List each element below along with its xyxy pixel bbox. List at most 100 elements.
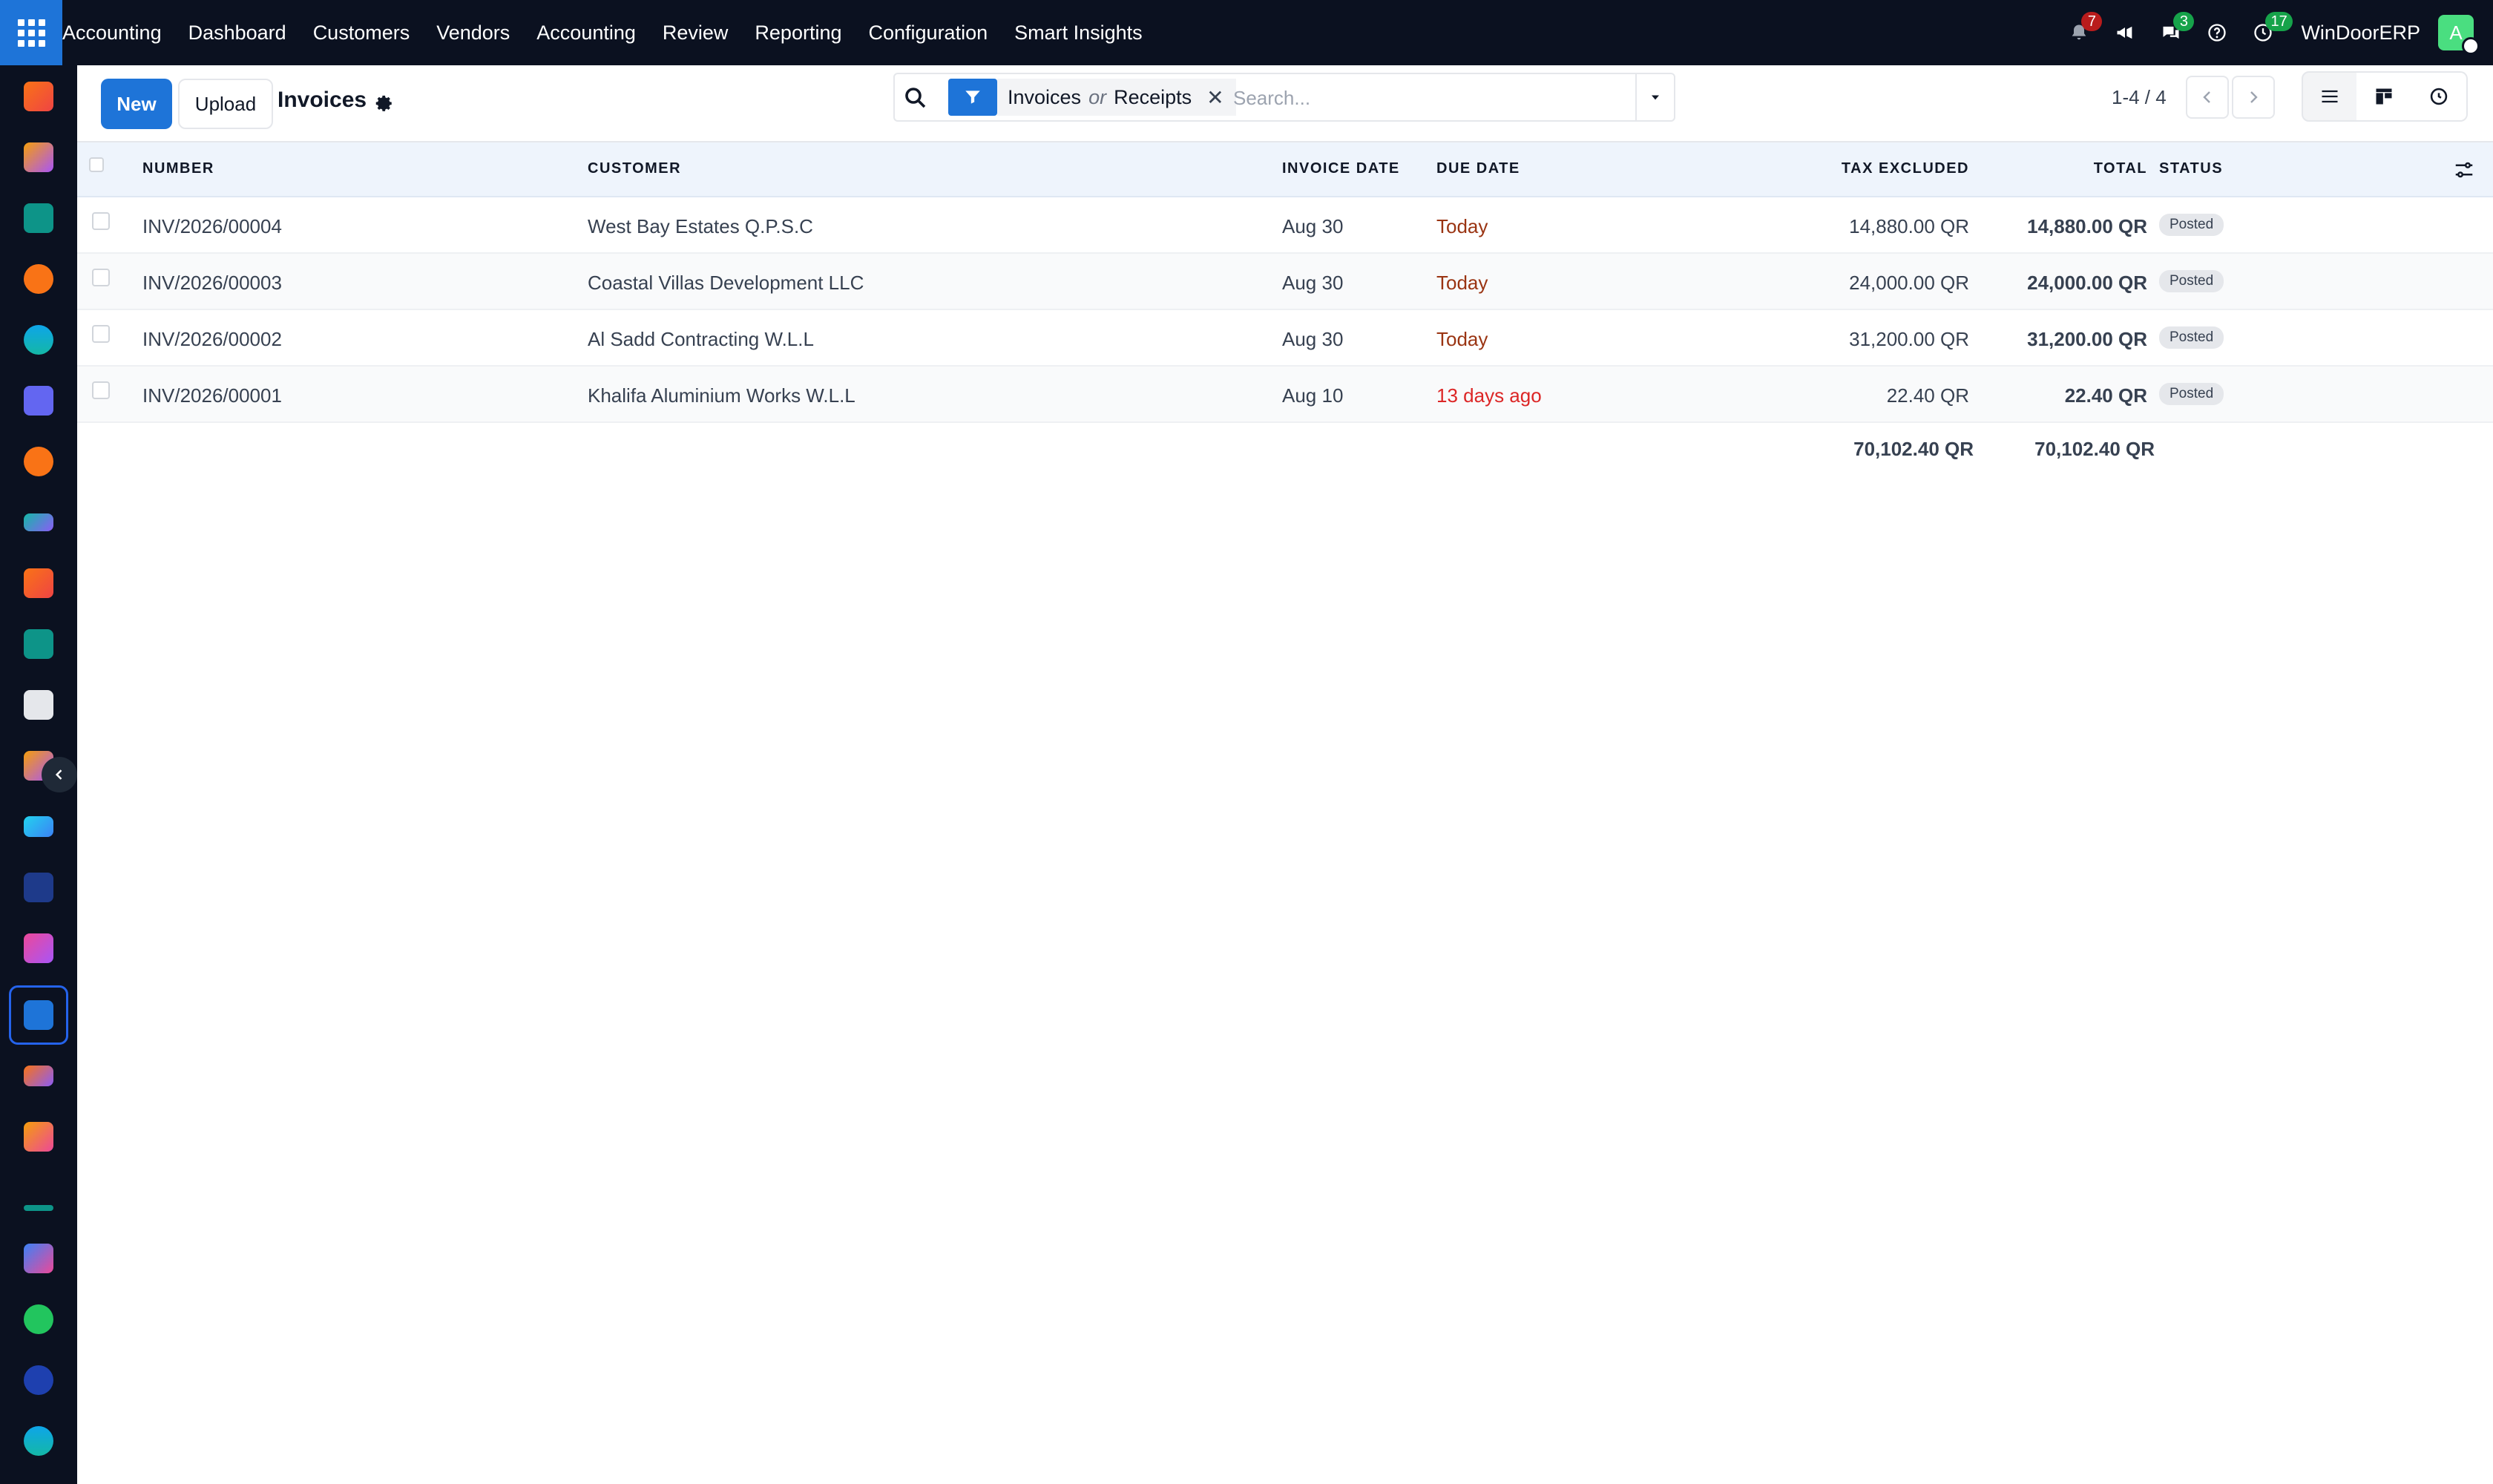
status-badge: Posted xyxy=(2159,270,2224,292)
todo-icon[interactable] xyxy=(24,816,53,837)
chevron-left-icon xyxy=(2203,91,2210,103)
table-row[interactable]: INV/2026/00002 Al Sadd Contracting W.L.L… xyxy=(77,310,2493,367)
field-service-icon[interactable] xyxy=(24,142,53,172)
kanban-view-icon xyxy=(2376,88,2392,105)
app-menu-button[interactable] xyxy=(0,0,62,65)
accounting-icon[interactable] xyxy=(24,1000,53,1030)
list-view-button[interactable] xyxy=(2302,71,2358,122)
row-checkbox[interactable] xyxy=(92,212,110,230)
column-due-date[interactable]: DUE DATE xyxy=(1436,160,1520,177)
search-input[interactable] xyxy=(1233,80,1604,116)
presence-indicator xyxy=(2462,37,2480,55)
table-row[interactable]: INV/2026/00003 Coastal Villas Developmen… xyxy=(77,254,2493,310)
column-status[interactable]: STATUS xyxy=(2159,160,2223,177)
activities-button[interactable]: 17 xyxy=(2240,0,2293,65)
gear-icon[interactable] xyxy=(372,92,395,114)
invoicing-icon[interactable] xyxy=(24,568,53,598)
sign-icon[interactable] xyxy=(24,1205,53,1211)
menu-reporting[interactable]: Reporting xyxy=(741,22,855,45)
row-checkbox[interactable] xyxy=(92,381,110,399)
clock-icon xyxy=(2430,88,2448,105)
menu-smart-insights[interactable]: Smart Insights xyxy=(1001,22,1156,45)
list-view-icon xyxy=(2322,90,2338,103)
due-date: Today xyxy=(1436,215,1488,237)
customer-name: Khalifa Aluminium Works W.L.L xyxy=(588,384,855,407)
tax-excluded-amount: 22.40 QR xyxy=(1886,384,1969,407)
dashboards-icon[interactable] xyxy=(24,1244,53,1273)
livechat-icon[interactable] xyxy=(24,447,53,476)
column-total[interactable]: TOTAL xyxy=(2094,160,2147,177)
messages-button[interactable]: 3 xyxy=(2148,0,2195,65)
menu-accounting[interactable]: Accounting xyxy=(523,22,649,45)
invoice-number: INV/2026/00001 xyxy=(142,384,282,407)
sidebar-collapse-button[interactable] xyxy=(42,757,77,792)
top-navbar: Accounting Dashboard Customers Vendors A… xyxy=(0,0,2493,65)
total-sum: 70,102.40 QR xyxy=(2034,438,2155,460)
announcements-button[interactable] xyxy=(2102,0,2148,65)
table-row[interactable]: INV/2026/00004 West Bay Estates Q.P.S.C … xyxy=(77,197,2493,254)
help-button[interactable] xyxy=(2194,0,2240,65)
status-badge: Posted xyxy=(2159,326,2224,349)
caret-down-icon xyxy=(1652,95,1659,100)
contacts-icon[interactable] xyxy=(24,203,53,233)
table-row[interactable]: INV/2026/00001 Khalifa Aluminium Works W… xyxy=(77,367,2493,423)
status-badge: Posted xyxy=(2159,383,2224,405)
discuss-icon[interactable] xyxy=(24,264,53,294)
inventory-icon[interactable] xyxy=(24,690,53,720)
pager-previous-button[interactable] xyxy=(2186,76,2229,119)
barcode-icon[interactable] xyxy=(24,933,53,963)
column-tax-excluded[interactable]: TAX EXCLUDED xyxy=(1842,160,1969,177)
main-menu: Accounting Dashboard Customers Vendors A… xyxy=(62,0,1156,65)
invoicing-icon[interactable] xyxy=(24,82,53,111)
company-switcher[interactable]: WinDoorERP xyxy=(2301,22,2420,45)
kanban-view-button[interactable] xyxy=(2356,71,2413,122)
facet-remove-icon[interactable]: ✕ xyxy=(1206,85,1223,110)
tax-excluded-amount: 24,000.00 QR xyxy=(1849,272,1969,294)
search-button[interactable] xyxy=(902,85,929,111)
row-checkbox[interactable] xyxy=(92,325,110,343)
optional-columns-icon[interactable] xyxy=(2453,159,2475,181)
contacts-icon[interactable] xyxy=(24,629,53,659)
notifications-button[interactable]: 7 xyxy=(2056,0,2103,65)
app-name[interactable]: Accounting xyxy=(62,22,175,45)
menu-customers[interactable]: Customers xyxy=(300,22,424,45)
invoice-date: Aug 30 xyxy=(1282,328,1344,350)
table-header: NUMBER CUSTOMER INVOICE DATE DUE DATE TA… xyxy=(77,142,2493,197)
invoice-number: INV/2026/00004 xyxy=(142,215,282,237)
timer-icon[interactable] xyxy=(24,1365,53,1395)
pager-next-button[interactable] xyxy=(2232,76,2275,119)
total-amount: 31,200.00 QR xyxy=(2027,328,2147,350)
column-number[interactable]: NUMBER xyxy=(142,160,214,177)
avatar-initial: A xyxy=(2449,21,2463,44)
search-options-toggle[interactable] xyxy=(1635,74,1674,120)
search-bar: Invoices or Receipts ✕ xyxy=(893,73,1675,122)
select-all-checkbox[interactable] xyxy=(89,157,104,172)
activities-badge: 17 xyxy=(2265,12,2293,31)
pager-value[interactable]: 1-4 / 4 xyxy=(2112,86,2167,109)
menu-review[interactable]: Review xyxy=(649,22,742,45)
row-checkbox[interactable] xyxy=(92,269,110,286)
chevron-right-icon xyxy=(2250,91,2258,103)
surveys-icon[interactable] xyxy=(24,513,53,531)
customer-name: Al Sadd Contracting W.L.L xyxy=(588,328,814,350)
customer-name: Coastal Villas Development LLC xyxy=(588,272,864,294)
activity-view-button[interactable] xyxy=(2411,71,2468,122)
menu-configuration[interactable]: Configuration xyxy=(855,22,1002,45)
upload-button[interactable]: Upload xyxy=(178,79,273,129)
whatsapp-icon[interactable] xyxy=(24,1304,53,1334)
customer-name: West Bay Estates Q.P.S.C xyxy=(588,215,813,237)
employees-icon[interactable] xyxy=(24,1066,53,1086)
column-customer[interactable]: CUSTOMER xyxy=(588,160,681,177)
search-facet: Invoices or Receipts ✕ xyxy=(997,79,1236,116)
new-button[interactable]: New xyxy=(101,79,172,129)
user-avatar[interactable]: A xyxy=(2438,15,2480,55)
email-marketing-icon[interactable] xyxy=(24,386,53,416)
facet-value-invoices: Invoices xyxy=(1008,85,1082,108)
column-invoice-date[interactable]: INVOICE DATE xyxy=(1282,160,1400,177)
website-icon[interactable] xyxy=(24,325,53,355)
knowledge-icon[interactable] xyxy=(24,873,53,902)
menu-vendors[interactable]: Vendors xyxy=(423,22,523,45)
calendar-icon[interactable] xyxy=(24,1122,53,1152)
menu-dashboard[interactable]: Dashboard xyxy=(175,22,300,45)
website-icon[interactable] xyxy=(24,1426,53,1456)
